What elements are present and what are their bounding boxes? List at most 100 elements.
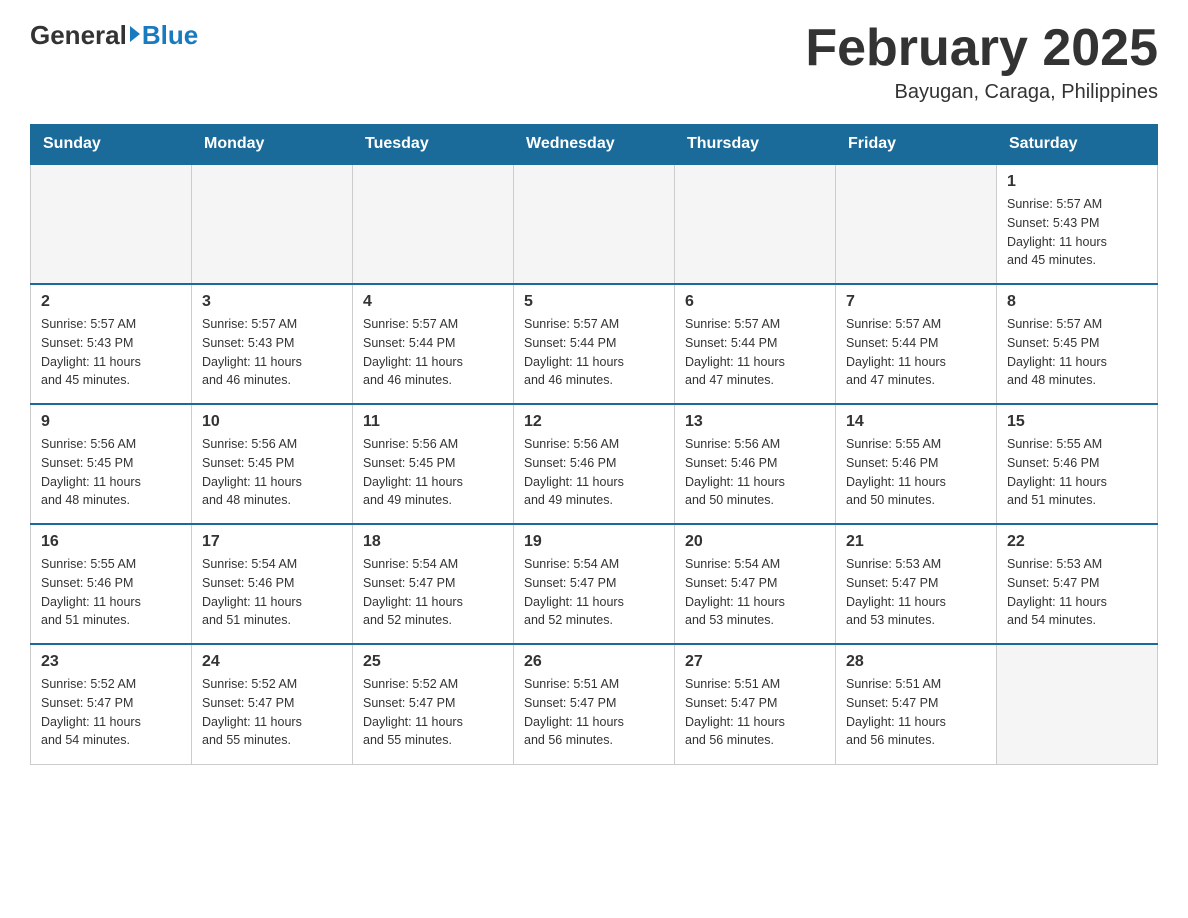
day-number: 27	[685, 653, 825, 671]
day-number: 15	[1007, 413, 1147, 431]
calendar-cell: 15 Sunrise: 5:55 AMSunset: 5:46 PMDayligh…	[997, 404, 1158, 524]
day-number: 12	[524, 413, 664, 431]
day-info: Sunrise: 5:55 AMSunset: 5:46 PMDaylight:…	[41, 555, 181, 630]
day-number: 1	[1007, 173, 1147, 191]
calendar-cell: 8 Sunrise: 5:57 AMSunset: 5:45 PMDaylight…	[997, 284, 1158, 404]
calendar-cell: 28Sunrise: 5:51 AMSunset: 5:47 PMDayligh…	[836, 644, 997, 764]
logo-blue-text: Blue	[142, 20, 198, 51]
day-info: Sunrise: 5:54 AMSunset: 5:46 PMDaylight:…	[202, 555, 342, 630]
day-number: 26	[524, 653, 664, 671]
calendar-cell: 24Sunrise: 5:52 AMSunset: 5:47 PMDayligh…	[192, 644, 353, 764]
day-info: Sunrise: 5:54 AMSunset: 5:47 PMDaylight:…	[524, 555, 664, 630]
calendar-cell: 27 Sunrise: 5:51 AMSunset: 5:47 PMDayligh…	[675, 644, 836, 764]
day-info: Sunrise: 5:56 AMSunset: 5:46 PMDaylight:…	[524, 435, 664, 510]
calendar-cell: 5 Sunrise: 5:57 AMSunset: 5:44 PMDaylight…	[514, 284, 675, 404]
day-number: 16	[41, 533, 181, 551]
calendar-cell: 11 Sunrise: 5:56 AMSunset: 5:45 PMDayligh…	[353, 404, 514, 524]
calendar-cell: 16 Sunrise: 5:55 AMSunset: 5:46 PMDayligh…	[31, 524, 192, 644]
calendar-cell: 4 Sunrise: 5:57 AMSunset: 5:44 PMDaylight…	[353, 284, 514, 404]
day-number: 18	[363, 533, 503, 551]
page-header: General Blue February 2025 Bayugan, Cara…	[30, 20, 1158, 104]
weekday-header-sunday: Sunday	[31, 125, 192, 165]
day-info: Sunrise: 5:57 AMSunset: 5:43 PMDaylight:…	[41, 315, 181, 390]
calendar-cell: 3 Sunrise: 5:57 AMSunset: 5:43 PMDaylight…	[192, 284, 353, 404]
calendar-cell: 14Sunrise: 5:55 AMSunset: 5:46 PMDayligh…	[836, 404, 997, 524]
day-number: 22	[1007, 533, 1147, 551]
week-row-3: 9 Sunrise: 5:56 AMSunset: 5:45 PMDaylight…	[31, 404, 1158, 524]
calendar-cell	[836, 164, 997, 284]
weekday-header-tuesday: Tuesday	[353, 125, 514, 165]
title-block: February 2025 Bayugan, Caraga, Philippin…	[805, 20, 1158, 104]
week-row-5: 23 Sunrise: 5:52 AMSunset: 5:47 PMDayligh…	[31, 644, 1158, 764]
calendar-cell	[997, 644, 1158, 764]
calendar-cell: 6 Sunrise: 5:57 AMSunset: 5:44 PMDaylight…	[675, 284, 836, 404]
day-number: 25	[363, 653, 503, 671]
calendar-cell	[675, 164, 836, 284]
weekday-header-friday: Friday	[836, 125, 997, 165]
week-row-4: 16 Sunrise: 5:55 AMSunset: 5:46 PMDayligh…	[31, 524, 1158, 644]
weekday-header-wednesday: Wednesday	[514, 125, 675, 165]
day-number: 23	[41, 653, 181, 671]
calendar-cell: 17 Sunrise: 5:54 AMSunset: 5:46 PMDayligh…	[192, 524, 353, 644]
day-info: Sunrise: 5:57 AMSunset: 5:45 PMDaylight:…	[1007, 315, 1147, 390]
calendar-title: February 2025	[805, 20, 1158, 77]
day-info: Sunrise: 5:57 AMSunset: 5:43 PMDaylight:…	[1007, 195, 1147, 270]
day-info: Sunrise: 5:57 AMSunset: 5:44 PMDaylight:…	[685, 315, 825, 390]
day-number: 20	[685, 533, 825, 551]
calendar-cell: 9 Sunrise: 5:56 AMSunset: 5:45 PMDaylight…	[31, 404, 192, 524]
calendar-cell: 10 Sunrise: 5:56 AMSunset: 5:45 PMDayligh…	[192, 404, 353, 524]
day-info: Sunrise: 5:55 AMSunset: 5:46 PMDaylight:…	[1007, 435, 1147, 510]
day-number: 6	[685, 293, 825, 311]
day-info: Sunrise: 5:51 AMSunset: 5:47 PMDaylight:…	[685, 675, 825, 750]
calendar-cell	[514, 164, 675, 284]
week-row-2: 2 Sunrise: 5:57 AMSunset: 5:43 PMDaylight…	[31, 284, 1158, 404]
day-info: Sunrise: 5:57 AMSunset: 5:44 PMDaylight:…	[524, 315, 664, 390]
calendar-subtitle: Bayugan, Caraga, Philippines	[805, 81, 1158, 104]
day-info: Sunrise: 5:56 AMSunset: 5:45 PMDaylight:…	[363, 435, 503, 510]
day-info: Sunrise: 5:54 AMSunset: 5:47 PMDaylight:…	[363, 555, 503, 630]
calendar-cell: 25Sunrise: 5:52 AMSunset: 5:47 PMDayligh…	[353, 644, 514, 764]
day-number: 2	[41, 293, 181, 311]
day-number: 19	[524, 533, 664, 551]
calendar-cell: 26 Sunrise: 5:51 AMSunset: 5:47 PMDayligh…	[514, 644, 675, 764]
logo-general-text: General	[30, 20, 127, 51]
day-number: 8	[1007, 293, 1147, 311]
day-info: Sunrise: 5:57 AMSunset: 5:43 PMDaylight:…	[202, 315, 342, 390]
calendar-table: SundayMondayTuesdayWednesdayThursdayFrid…	[30, 124, 1158, 765]
day-info: Sunrise: 5:54 AMSunset: 5:47 PMDaylight:…	[685, 555, 825, 630]
calendar-cell: 19 Sunrise: 5:54 AMSunset: 5:47 PMDayligh…	[514, 524, 675, 644]
calendar-cell: 21Sunrise: 5:53 AMSunset: 5:47 PMDayligh…	[836, 524, 997, 644]
day-number: 21	[846, 533, 986, 551]
day-info: Sunrise: 5:56 AMSunset: 5:45 PMDaylight:…	[41, 435, 181, 510]
calendar-cell	[31, 164, 192, 284]
calendar-cell: 12 Sunrise: 5:56 AMSunset: 5:46 PMDayligh…	[514, 404, 675, 524]
day-number: 13	[685, 413, 825, 431]
day-number: 5	[524, 293, 664, 311]
day-info: Sunrise: 5:56 AMSunset: 5:45 PMDaylight:…	[202, 435, 342, 510]
calendar-cell	[353, 164, 514, 284]
calendar-cell	[192, 164, 353, 284]
day-info: Sunrise: 5:56 AMSunset: 5:46 PMDaylight:…	[685, 435, 825, 510]
day-number: 17	[202, 533, 342, 551]
day-info: Sunrise: 5:57 AMSunset: 5:44 PMDaylight:…	[363, 315, 503, 390]
calendar-cell: 18 Sunrise: 5:54 AMSunset: 5:47 PMDayligh…	[353, 524, 514, 644]
logo: General Blue	[30, 20, 198, 51]
day-info: Sunrise: 5:57 AMSunset: 5:44 PMDaylight:…	[846, 315, 986, 390]
day-number: 11	[363, 413, 503, 431]
day-info: Sunrise: 5:52 AMSunset: 5:47 PMDaylight:…	[202, 675, 342, 750]
day-info: Sunrise: 5:55 AMSunset: 5:46 PMDaylight:…	[846, 435, 986, 510]
weekday-header-saturday: Saturday	[997, 125, 1158, 165]
logo-blue-part: Blue	[127, 20, 198, 51]
weekday-header-row: SundayMondayTuesdayWednesdayThursdayFrid…	[31, 125, 1158, 165]
day-number: 4	[363, 293, 503, 311]
day-info: Sunrise: 5:51 AMSunset: 5:47 PMDaylight:…	[524, 675, 664, 750]
day-number: 3	[202, 293, 342, 311]
weekday-header-thursday: Thursday	[675, 125, 836, 165]
day-info: Sunrise: 5:52 AMSunset: 5:47 PMDaylight:…	[41, 675, 181, 750]
week-row-1: 1 Sunrise: 5:57 AMSunset: 5:43 PMDaylight…	[31, 164, 1158, 284]
day-number: 9	[41, 413, 181, 431]
day-info: Sunrise: 5:51 AMSunset: 5:47 PMDaylight:…	[846, 675, 986, 750]
day-number: 10	[202, 413, 342, 431]
calendar-cell: 2 Sunrise: 5:57 AMSunset: 5:43 PMDaylight…	[31, 284, 192, 404]
weekday-header-monday: Monday	[192, 125, 353, 165]
